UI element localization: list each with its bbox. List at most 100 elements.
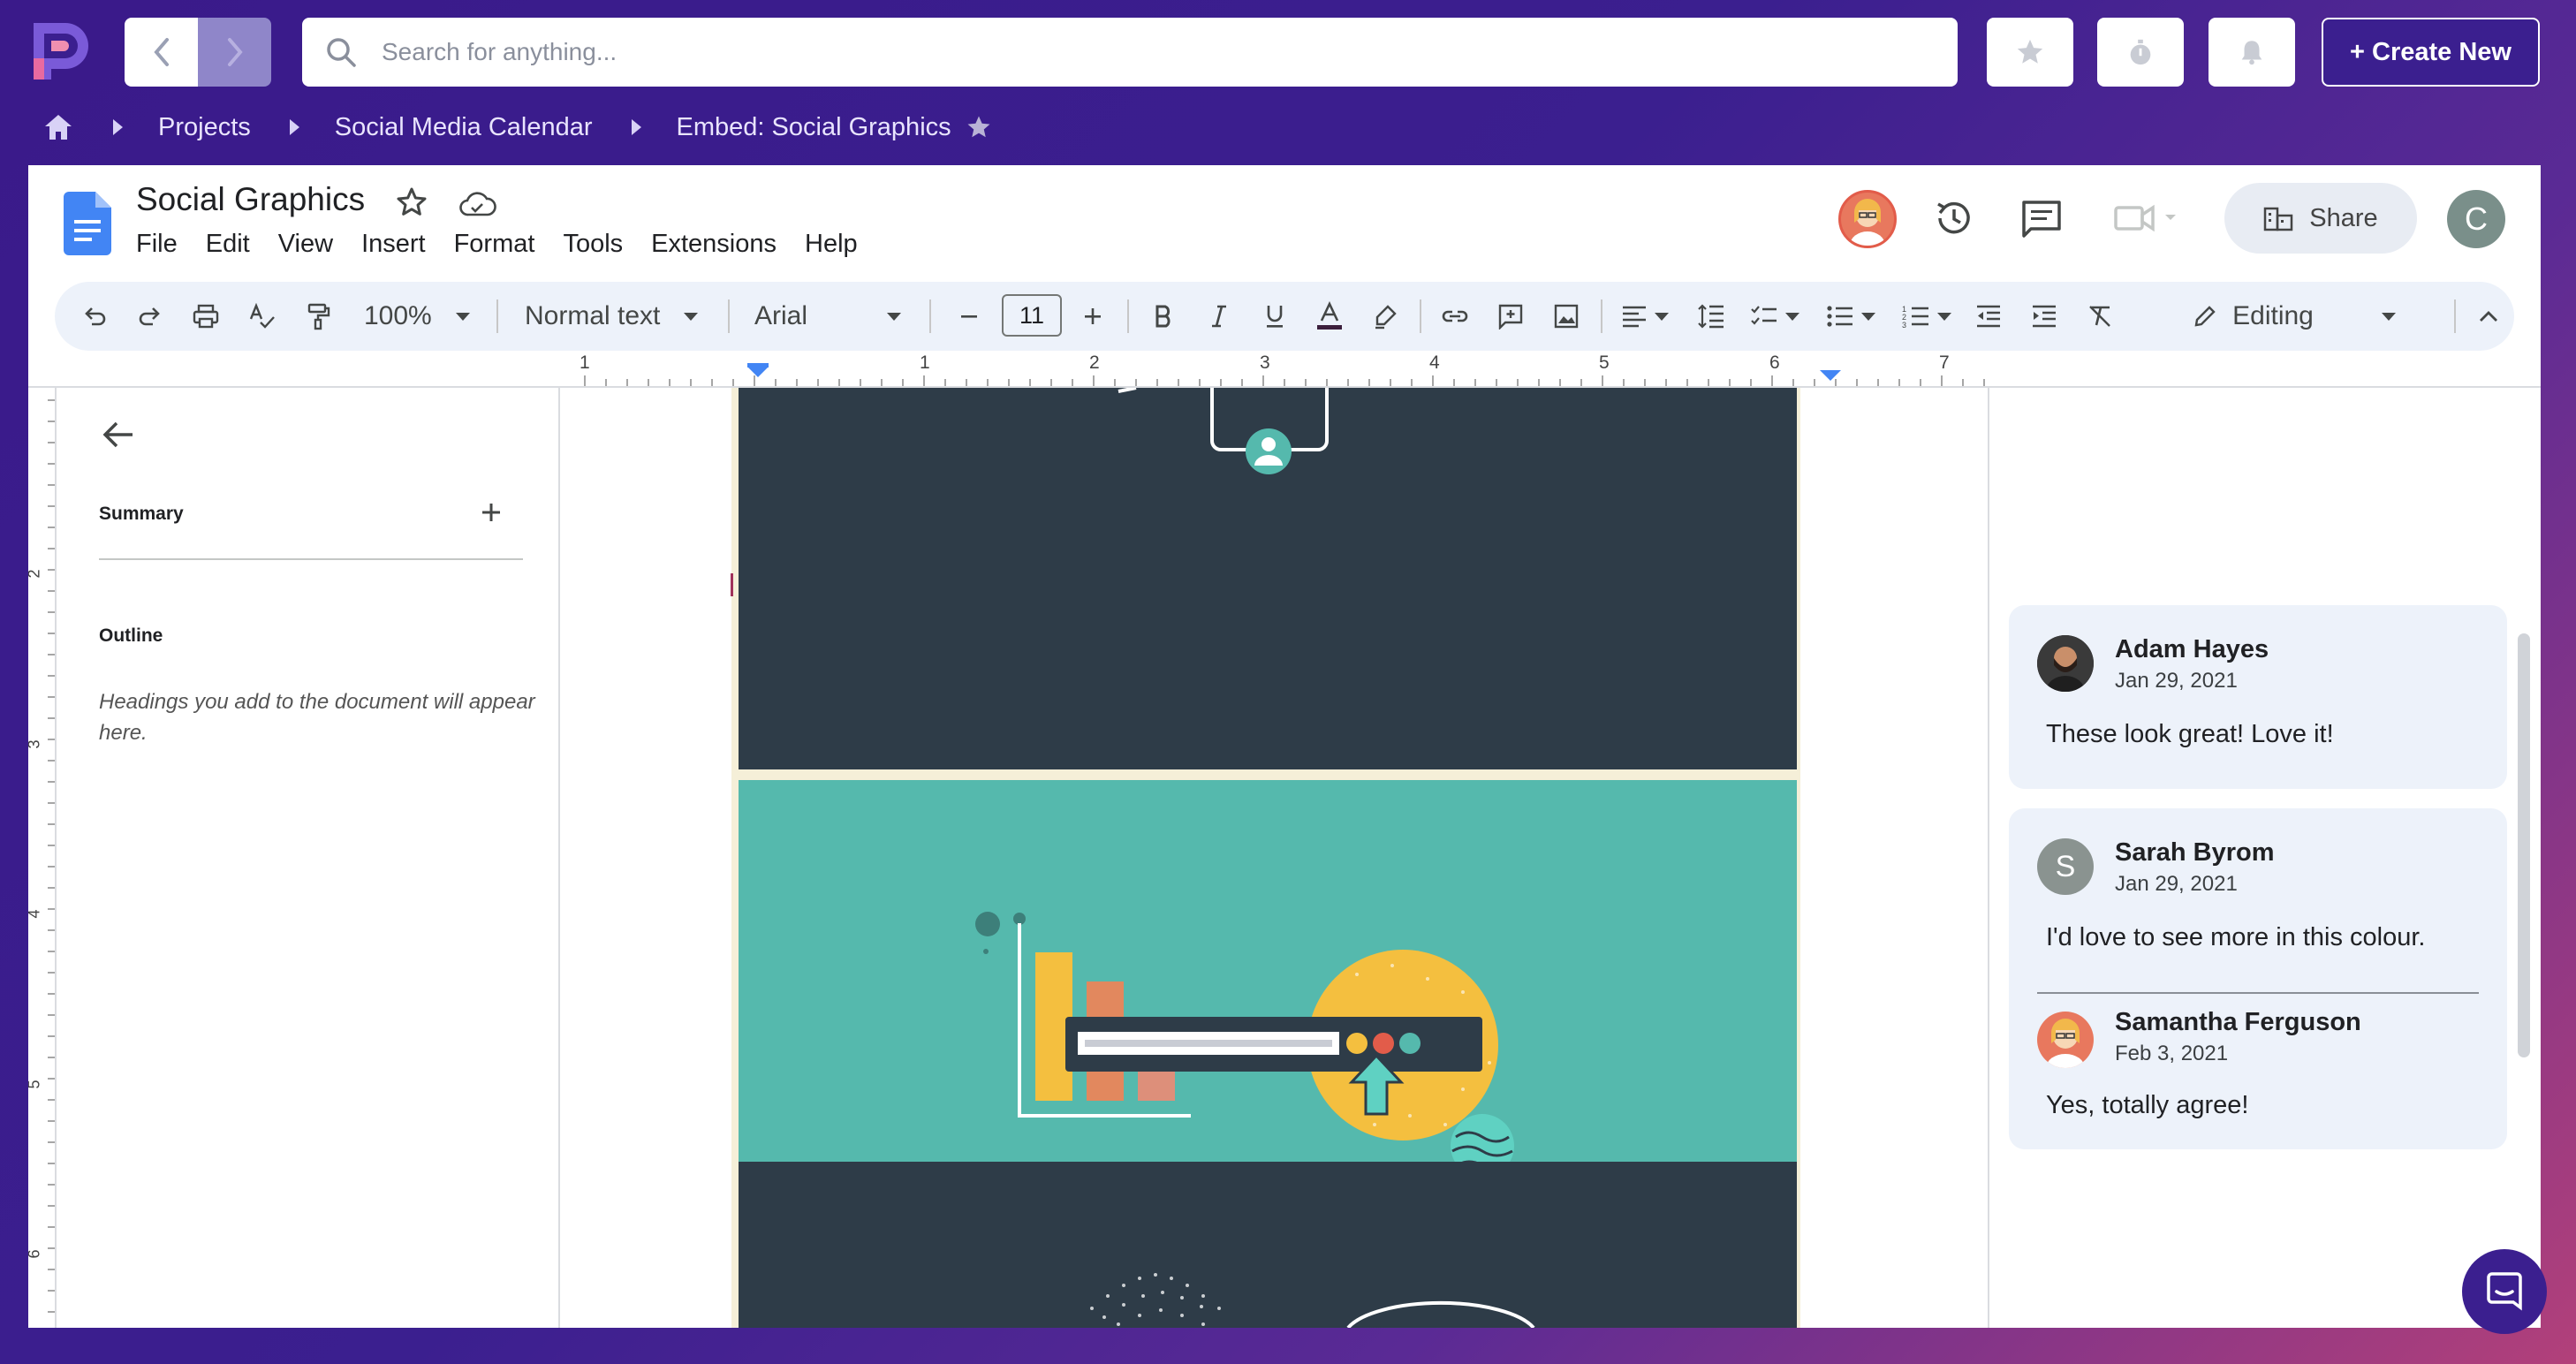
insert-image-button[interactable] [1544, 282, 1588, 351]
font-size-input[interactable]: 11 [1002, 294, 1062, 337]
ruler-label: 6 [28, 1249, 44, 1258]
cloud-saved-icon[interactable] [458, 188, 496, 220]
comments-icon[interactable] [2019, 195, 2065, 241]
align-left-icon [1623, 306, 1646, 328]
decrease-indent-button[interactable] [1966, 282, 2011, 351]
home-icon[interactable] [42, 111, 74, 143]
menu-help[interactable]: Help [805, 230, 858, 259]
menu-view[interactable]: View [278, 230, 333, 259]
chevron-down-icon [684, 312, 698, 321]
text-cursor [731, 573, 733, 596]
forward-button[interactable] [198, 18, 271, 87]
clear-formatting-button[interactable] [2078, 282, 2122, 351]
app-logo[interactable] [27, 16, 97, 87]
align-select[interactable] [1614, 282, 1676, 351]
menu-extensions[interactable]: Extensions [651, 230, 777, 259]
star-icon[interactable] [394, 185, 429, 220]
increase-indent-button[interactable] [2022, 282, 2066, 351]
text-color-button[interactable] [1307, 282, 1352, 351]
support-chat-button[interactable] [2462, 1249, 2547, 1334]
menu-edit[interactable]: Edit [206, 230, 250, 259]
comment-thread[interactable]: Adam Hayes Jan 29, 2021 These look great… [2009, 605, 2507, 789]
toolbar-divider [1127, 299, 1129, 333]
create-new-button[interactable]: + Create New [2322, 18, 2540, 87]
collaborator-avatar[interactable] [1838, 190, 1897, 248]
breadcrumb-separator [631, 119, 641, 135]
comments-scrollbar[interactable] [2518, 633, 2530, 1057]
hide-menus-button[interactable] [2466, 282, 2511, 351]
undo-button[interactable] [72, 282, 117, 351]
line-spacing-button[interactable] [1689, 282, 1733, 351]
dots-arc-illustration [1090, 1273, 1535, 1328]
domain-icon [2264, 207, 2293, 231]
spellcheck-button[interactable] [240, 282, 284, 351]
menu-format[interactable]: Format [454, 230, 535, 259]
numbered-list-select[interactable]: 123 [1896, 282, 1958, 351]
bookmark-star-icon[interactable] [966, 114, 992, 140]
docs-logo-icon[interactable] [64, 192, 111, 255]
chevron-down-icon [2381, 312, 2396, 321]
paragraph-style-select[interactable]: Normal text [514, 282, 708, 351]
meet-video-icon[interactable] [2109, 195, 2188, 241]
stopwatch-icon [2130, 39, 2151, 65]
print-button[interactable] [184, 282, 228, 351]
arrow-left-icon[interactable] [99, 414, 140, 455]
checklist-select[interactable] [1744, 282, 1806, 351]
line-spacing-icon [1698, 304, 1724, 329]
breadcrumb-projects[interactable]: Projects [158, 113, 251, 142]
add-summary-icon[interactable] [477, 498, 505, 527]
redo-button[interactable] [128, 282, 172, 351]
menu-file[interactable]: File [136, 230, 178, 259]
social-graphic-top[interactable] [731, 386, 1800, 769]
increase-font-size-button[interactable] [1071, 282, 1115, 351]
zoom-value: 100% [364, 301, 432, 330]
search-input[interactable] [382, 38, 1958, 66]
ruler-label: 5 [1599, 352, 1610, 373]
share-button[interactable]: Share [2224, 183, 2417, 254]
favorites-button[interactable] [1987, 18, 2073, 87]
font-select[interactable]: Arial [744, 282, 912, 351]
toolbar-divider [728, 299, 730, 333]
zoom-select[interactable]: 100% [355, 282, 479, 351]
editing-mode-label: Editing [2232, 301, 2314, 330]
bold-button[interactable] [1141, 282, 1186, 351]
doc-title[interactable]: Social Graphics [136, 181, 365, 218]
summary-heading: Summary [99, 504, 184, 524]
horizontal-ruler[interactable]: 1 1 2 3 4 5 6 7 [558, 352, 1989, 386]
notifications-button[interactable] [2209, 18, 2295, 87]
highlight-color-button[interactable] [1363, 282, 1407, 351]
comment-author: Adam Hayes [2115, 635, 2269, 663]
style-value: Normal text [525, 301, 661, 330]
italic-button[interactable] [1197, 282, 1241, 351]
star-icon [2017, 39, 2043, 64]
version-history-icon[interactable] [1931, 195, 1977, 241]
add-comment-button[interactable] [1489, 282, 1533, 351]
ruler-label: 4 [28, 909, 44, 918]
decrease-font-size-button[interactable] [947, 282, 991, 351]
editing-mode-select[interactable]: Editing [2175, 282, 2413, 351]
menu-insert[interactable]: Insert [361, 230, 426, 259]
menu-tools[interactable]: Tools [563, 230, 623, 259]
global-search [302, 18, 1958, 87]
underline-button[interactable] [1253, 282, 1297, 351]
timer-button[interactable] [2097, 18, 2184, 87]
chevron-down-icon [1861, 312, 1875, 321]
bell-icon [2241, 41, 2262, 65]
breadcrumb-social-media-calendar[interactable]: Social Media Calendar [335, 113, 593, 142]
vertical-ruler[interactable]: 2 3 4 5 6 7 [28, 388, 57, 1328]
social-graphic-bottom[interactable] [739, 1162, 1797, 1328]
paint-roller-icon [307, 303, 330, 330]
toolbar-divider [2454, 299, 2456, 333]
plus-icon [1085, 308, 1101, 324]
ruler-label: 2 [28, 569, 44, 578]
indent-increase-icon [2033, 305, 2056, 328]
comment-thread[interactable]: S Sarah Byrom Jan 29, 2021 I'd love to s… [2009, 808, 2507, 1149]
back-button[interactable] [125, 18, 198, 87]
user-avatar[interactable]: C [2447, 190, 2505, 248]
bulleted-list-select[interactable] [1820, 282, 1882, 351]
person-frame-illustration [1118, 386, 1329, 474]
ruler-label: 4 [1429, 352, 1440, 373]
paint-format-button[interactable] [296, 282, 340, 351]
comment-date: Jan 29, 2021 [2115, 669, 2238, 693]
insert-link-button[interactable] [1433, 282, 1477, 351]
